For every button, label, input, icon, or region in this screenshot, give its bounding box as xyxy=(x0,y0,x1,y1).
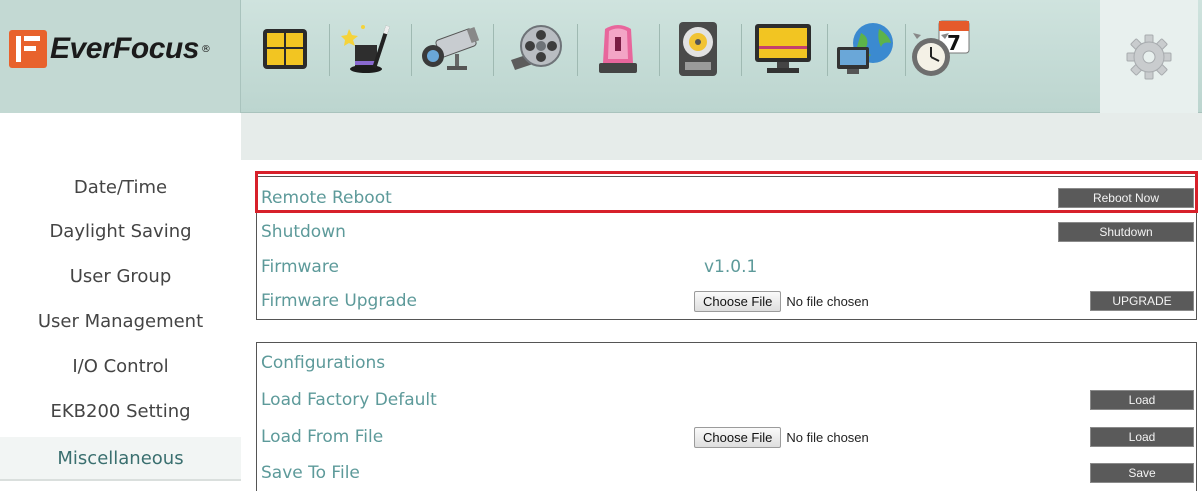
hard-disk-icon[interactable] xyxy=(664,14,732,84)
firmware-upgrade-label: Firmware Upgrade xyxy=(261,291,417,311)
load-from-file-button[interactable]: Load xyxy=(1090,427,1194,447)
film-reel-icon[interactable] xyxy=(503,14,571,84)
load-from-file-row: Load From File Choose File No file chose… xyxy=(257,420,1196,454)
upgrade-button[interactable]: UPGRADE xyxy=(1090,291,1194,311)
firmware-version: v1.0.1 xyxy=(704,257,758,277)
sidebar-item-label: Daylight Saving xyxy=(49,220,192,242)
sidebar-item-ekb200-setting[interactable]: EKB200 Setting xyxy=(0,389,241,433)
save-to-file-row: Save To File Save xyxy=(257,456,1196,490)
live-view-grid-icon[interactable] xyxy=(251,14,319,84)
firmware-label: Firmware xyxy=(261,257,339,277)
everfocus-logo: EverFocus ® xyxy=(9,30,211,68)
choose-file-button[interactable]: Choose File xyxy=(694,426,782,448)
load-factory-row: Load Factory Default Load xyxy=(257,383,1196,417)
file-status: No file chosen xyxy=(786,293,869,309)
logo-mark-icon xyxy=(9,30,47,68)
sidebar-item-user-group[interactable]: User Group xyxy=(0,254,241,298)
configurations-title: Configurations xyxy=(261,353,386,373)
sidebar-item-io-control[interactable]: I/O Control xyxy=(0,344,241,388)
sidebar-item-label: I/O Control xyxy=(72,355,169,377)
sidebar-item-label: Miscellaneous xyxy=(57,447,184,469)
schedule-clock-calendar-icon[interactable]: 7 xyxy=(907,14,975,84)
sidebar-item-miscellaneous[interactable]: Miscellaneous xyxy=(0,437,241,481)
save-button[interactable]: Save xyxy=(1090,463,1194,483)
firmware-row: Firmware v1.0.1 xyxy=(257,250,1196,284)
header: EverFocus ® 7 xyxy=(0,0,1202,113)
sidebar-item-label: EKB200 Setting xyxy=(50,400,191,422)
sidebar-item-date-time[interactable]: Date/Time xyxy=(0,165,241,209)
display-monitor-icon[interactable] xyxy=(749,14,817,84)
brand-reg-mark: ® xyxy=(200,43,211,55)
firmware-upgrade-row: Firmware Upgrade Choose File No file cho… xyxy=(257,284,1196,318)
sidebar-item-daylight-saving[interactable]: Daylight Saving xyxy=(0,209,241,253)
sidebar-item-label: User Management xyxy=(37,310,204,332)
sidebar-item-user-management[interactable]: User Management xyxy=(0,299,241,343)
config-file-picker: Choose File No file chosen xyxy=(694,426,869,448)
load-from-file-label: Load From File xyxy=(261,427,384,447)
shutdown-row: Shutdown Shutdown xyxy=(257,215,1196,249)
camera-icon[interactable] xyxy=(417,14,485,84)
network-globe-icon[interactable] xyxy=(833,14,901,84)
logo-area: EverFocus ® xyxy=(0,0,241,113)
brand-name: EverFocus xyxy=(50,32,199,65)
sidebar-item-label: User Group xyxy=(69,265,172,287)
firmware-file-picker: Choose File No file chosen xyxy=(694,290,869,312)
load-factory-button[interactable]: Load xyxy=(1090,390,1194,410)
configurations-panel: Configurations Load Factory Default Load… xyxy=(256,342,1197,491)
load-factory-label: Load Factory Default xyxy=(261,390,437,410)
magic-hat-wizard-icon[interactable] xyxy=(333,14,401,84)
alarm-siren-icon[interactable] xyxy=(584,14,652,84)
remote-reboot-highlight xyxy=(255,171,1198,213)
sub-header-bar xyxy=(241,113,1202,160)
save-to-file-label: Save To File xyxy=(261,463,360,483)
shutdown-label: Shutdown xyxy=(261,222,346,242)
settings-gear-icon[interactable] xyxy=(1100,0,1198,113)
main-toolbar: 7 xyxy=(241,0,1202,113)
shutdown-button[interactable]: Shutdown xyxy=(1058,222,1194,242)
file-status: No file chosen xyxy=(786,429,869,445)
sidebar-item-label: Date/Time xyxy=(73,176,168,198)
choose-file-button[interactable]: Choose File xyxy=(694,290,782,312)
configurations-title-row: Configurations xyxy=(257,346,1196,380)
settings-sidebar: Date/Time Daylight Saving User Group Use… xyxy=(0,113,241,491)
